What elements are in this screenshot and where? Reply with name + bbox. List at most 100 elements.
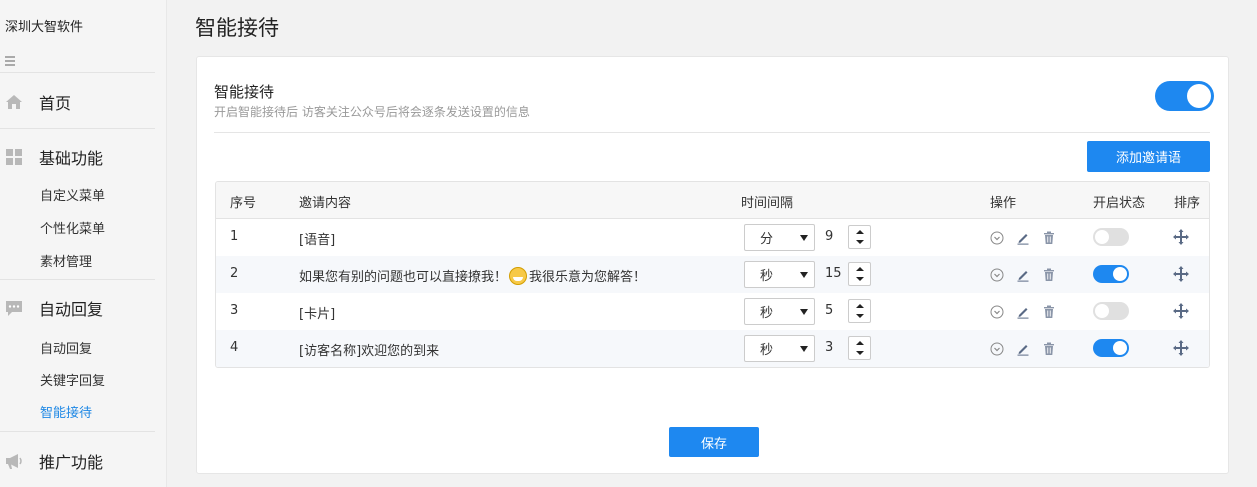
- table-header: 序号 邀请内容 时间间隔 操作 开启状态 排序: [216, 182, 1209, 219]
- row-content: [卡片]: [299, 303, 335, 322]
- interval-unit-select[interactable]: 秒: [744, 298, 815, 325]
- expand-icon[interactable]: [989, 341, 1004, 356]
- stepper-up-icon[interactable]: [856, 230, 864, 234]
- row-index: 2: [230, 266, 239, 281]
- interval-unit-value: 秒: [760, 306, 774, 321]
- row-actions: [989, 230, 1056, 245]
- sidebar: 深圳大智软件 首页 基础功能 自定义菜单 个性化菜单 素材管理 自动回复 自动回…: [0, 0, 167, 487]
- drag-move-icon[interactable]: [1173, 303, 1189, 319]
- settings-card: 智能接待 开启智能接待后 访客关注公众号后将会逐条发送设置的信息 添加邀请语 序…: [196, 56, 1229, 474]
- nav-auto-reply-label: 自动回复: [39, 300, 104, 319]
- row-actions: [989, 267, 1056, 282]
- row-status-toggle[interactable]: [1093, 265, 1129, 283]
- add-invitation-button[interactable]: 添加邀请语: [1087, 141, 1210, 172]
- interval-stepper[interactable]: [848, 336, 871, 360]
- home-icon: [4, 92, 24, 112]
- col-sort: 排序: [1174, 196, 1201, 211]
- drag-move-icon[interactable]: [1173, 229, 1189, 245]
- sidebar-item-smart-reception[interactable]: 智能接待: [40, 404, 92, 424]
- edit-icon[interactable]: [1015, 267, 1030, 282]
- interval-value[interactable]: 3: [825, 340, 833, 355]
- col-content: 邀请内容: [299, 196, 352, 211]
- row-status-toggle[interactable]: [1093, 339, 1129, 357]
- interval-unit-value: 秒: [760, 269, 774, 284]
- stepper-up-icon[interactable]: [856, 304, 864, 308]
- interval-stepper[interactable]: [848, 262, 871, 286]
- chevron-down-icon: [800, 272, 808, 278]
- edit-icon[interactable]: [1015, 304, 1030, 319]
- drag-move-icon[interactable]: [1173, 340, 1189, 356]
- divider: [0, 279, 155, 280]
- row-content: 如果您有别的问题也可以直接撩我！ 我很乐意为您解答！: [299, 266, 646, 285]
- interval-unit-value: 分: [760, 232, 774, 247]
- nav-basic-functions[interactable]: 基础功能: [0, 142, 155, 172]
- menu-icon[interactable]: [5, 56, 15, 66]
- divider: [214, 132, 1210, 133]
- delete-icon[interactable]: [1041, 230, 1056, 245]
- delete-icon[interactable]: [1041, 341, 1056, 356]
- row-content: [访客名称]欢迎您的到来: [299, 340, 439, 359]
- sidebar-item-auto-reply[interactable]: 自动回复: [40, 340, 92, 360]
- grid-icon: [4, 147, 24, 167]
- row-status-toggle[interactable]: [1093, 228, 1129, 246]
- stepper-up-icon[interactable]: [856, 267, 864, 271]
- drag-move-icon[interactable]: [1173, 266, 1189, 282]
- interval-unit-select[interactable]: 秒: [744, 335, 815, 362]
- stepper-down-icon[interactable]: [856, 351, 864, 355]
- table-row: 2 如果您有别的问题也可以直接撩我！ 我很乐意为您解答！ 秒 15: [216, 256, 1209, 293]
- expand-icon[interactable]: [989, 230, 1004, 245]
- interval-stepper[interactable]: [848, 225, 871, 249]
- table-row: 4 [访客名称]欢迎您的到来 秒 3: [216, 330, 1209, 367]
- row-content: [语音]: [299, 229, 335, 248]
- stepper-down-icon[interactable]: [856, 314, 864, 318]
- sidebar-item-materials[interactable]: 素材管理: [40, 253, 92, 273]
- sidebar-item-personalized-menu[interactable]: 个性化菜单: [40, 220, 105, 240]
- row-index: 4: [230, 340, 239, 355]
- nav-basic-label: 基础功能: [39, 149, 104, 168]
- edit-icon[interactable]: [1015, 341, 1030, 356]
- delete-icon[interactable]: [1041, 304, 1056, 319]
- interval-value[interactable]: 9: [825, 229, 833, 244]
- interval-value[interactable]: 15: [825, 266, 842, 281]
- interval-unit-value: 秒: [760, 343, 774, 358]
- chat-icon: [4, 298, 24, 318]
- expand-icon[interactable]: [989, 304, 1004, 319]
- interval-value[interactable]: 5: [825, 303, 833, 318]
- page-title: 智能接待: [195, 16, 279, 40]
- delete-icon[interactable]: [1041, 267, 1056, 282]
- expand-icon[interactable]: [989, 267, 1004, 282]
- interval-stepper[interactable]: [848, 299, 871, 323]
- nav-promotion[interactable]: 推广功能: [0, 446, 155, 476]
- chevron-down-icon: [800, 346, 808, 352]
- chevron-down-icon: [800, 235, 808, 241]
- nav-home[interactable]: 首页: [0, 87, 155, 117]
- stepper-down-icon[interactable]: [856, 240, 864, 244]
- brand-name: 深圳大智软件: [5, 20, 84, 35]
- col-interval: 时间间隔: [741, 196, 794, 211]
- megaphone-icon: [4, 451, 24, 471]
- row-actions: [989, 304, 1056, 319]
- edit-icon[interactable]: [1015, 230, 1030, 245]
- divider: [0, 72, 155, 73]
- row-status-toggle[interactable]: [1093, 302, 1129, 320]
- save-button[interactable]: 保存: [669, 427, 759, 457]
- col-actions: 操作: [990, 196, 1017, 211]
- row-actions: [989, 341, 1056, 356]
- sidebar-item-custom-menu[interactable]: 自定义菜单: [40, 187, 105, 207]
- stepper-up-icon[interactable]: [856, 341, 864, 345]
- sidebar-item-keyword-reply[interactable]: 关键字回复: [40, 372, 105, 392]
- content-text: [语音]: [299, 233, 336, 248]
- col-status: 开启状态: [1093, 196, 1146, 211]
- divider: [0, 431, 155, 432]
- nav-home-label: 首页: [39, 94, 72, 113]
- interval-unit-select[interactable]: 秒: [744, 261, 815, 288]
- stepper-down-icon[interactable]: [856, 277, 864, 281]
- interval-unit-select[interactable]: 分: [744, 224, 815, 251]
- content-text: [访客名称]欢迎您的到来: [299, 344, 440, 359]
- divider: [0, 128, 155, 129]
- content-text: 如果您有别的问题也可以直接撩我！: [299, 270, 508, 285]
- nav-auto-reply[interactable]: 自动回复: [0, 293, 155, 323]
- setting-title: 智能接待: [214, 83, 275, 101]
- table-row: 1 [语音] 分 9: [216, 219, 1209, 256]
- smart-reception-toggle[interactable]: [1155, 81, 1214, 111]
